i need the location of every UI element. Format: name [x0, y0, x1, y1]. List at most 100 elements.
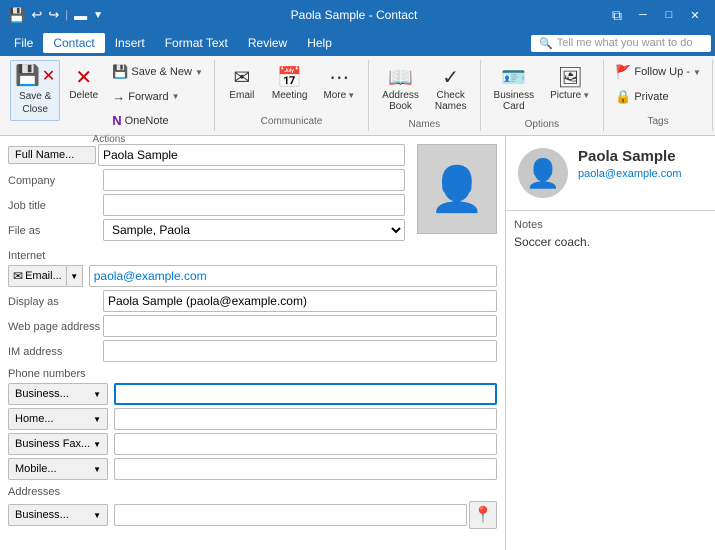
- onenote-icon: N: [112, 113, 121, 128]
- display-as-input[interactable]: [103, 290, 497, 312]
- ribbon-actions-col: 💾 Save & New ▼ → Forward ▼ N OneNote: [107, 60, 208, 132]
- business-fax-input[interactable]: [114, 433, 497, 455]
- ribbon-communicate-buttons: ✉ Email 📅 Meeting ⋯ More ▼: [221, 60, 362, 114]
- title-bar: 💾 ↩ ↪ | ▬ ▼ Paola Sample - Contact ⧉ ─ □…: [0, 0, 715, 30]
- save-close-button[interactable]: 💾 ✕ Save &Close: [10, 60, 60, 121]
- full-name-btn-label: Full Name...: [15, 149, 74, 161]
- contact-card-email[interactable]: paola@example.com: [578, 168, 703, 180]
- save-close-icon: 💾: [15, 63, 40, 88]
- full-name-btn[interactable]: Full Name...: [8, 146, 96, 164]
- email-dropdown-btn[interactable]: ▼: [67, 265, 83, 287]
- undo-icon[interactable]: ↩: [31, 7, 42, 23]
- job-title-label: Job title: [8, 198, 103, 212]
- business-card-icon: 🪪: [501, 65, 526, 90]
- ribbon-tags-buttons: 🚩 Follow Up - ▼ 🔒 Private: [610, 60, 706, 114]
- im-address-input[interactable]: [103, 340, 497, 362]
- picture-label: Picture: [550, 90, 581, 101]
- resize-btn[interactable]: ⧉: [605, 5, 629, 25]
- delete-label: Delete: [69, 90, 98, 101]
- forward-icon: →: [112, 89, 125, 104]
- follow-up-button[interactable]: 🚩 Follow Up - ▼: [610, 60, 706, 84]
- email-type-btn[interactable]: ✉ Email...: [8, 265, 67, 287]
- avatar-icon: 👤: [526, 157, 561, 190]
- address-book-icon: 📖: [388, 65, 413, 90]
- menu-file[interactable]: File: [4, 33, 43, 53]
- save-new-icon: 💾: [112, 64, 128, 80]
- menu-review[interactable]: Review: [238, 33, 297, 53]
- mobile-phone-row: Mobile... ▼: [8, 458, 497, 480]
- right-panel: 👤 Paola Sample paola@example.com Notes S…: [505, 136, 715, 550]
- top-form-row: Full Name... Company Job title: [8, 144, 497, 244]
- web-page-input[interactable]: [103, 315, 497, 337]
- business-fax-btn[interactable]: Business Fax... ▼: [8, 433, 108, 455]
- menu-search[interactable]: 🔍 Tell me what you want to do: [531, 35, 711, 52]
- delete-icon-x: ✕: [42, 66, 55, 86]
- ribbon: 💾 ✕ Save &Close ✕ Delete 💾 Save & New ▼ …: [0, 56, 715, 136]
- save-new-button[interactable]: 💾 Save & New ▼: [107, 60, 208, 84]
- mobile-phone-input[interactable]: [114, 458, 497, 480]
- full-name-row: Full Name...: [8, 144, 405, 166]
- communicate-group-label: Communicate: [221, 116, 362, 127]
- email-button[interactable]: ✉ Email: [221, 60, 263, 106]
- contact-form: Full Name... Company Job title: [0, 136, 505, 550]
- business-phone-btn[interactable]: Business... ▼: [8, 383, 108, 405]
- web-page-row: Web page address: [8, 315, 497, 337]
- contact-card-avatar: 👤: [518, 148, 568, 198]
- minimize-btn[interactable]: ─: [631, 5, 655, 25]
- private-button[interactable]: 🔒 Private: [610, 85, 706, 109]
- toolbar-icon: ▬: [74, 8, 87, 23]
- full-name-input[interactable]: [98, 144, 405, 166]
- address-book-button[interactable]: 📖 AddressBook: [375, 60, 426, 117]
- email-icon-small: ✉: [13, 269, 23, 283]
- business-phone-arrow: ▼: [93, 390, 101, 399]
- ribbon-options-buttons: 🪪 BusinessCard 🖼 Picture ▼: [487, 60, 598, 117]
- save-close-label: Save &Close: [19, 90, 51, 116]
- more-button[interactable]: ⋯ More ▼: [316, 60, 362, 106]
- file-as-select[interactable]: Sample, Paola: [103, 219, 405, 241]
- business-address-input[interactable]: [114, 504, 467, 526]
- menu-help[interactable]: Help: [297, 33, 342, 53]
- business-address-btn[interactable]: Business... ▼: [8, 504, 108, 526]
- window-controls: ⧉ ─ □ ✕: [605, 5, 707, 25]
- addresses-section-label: Addresses: [8, 486, 497, 498]
- business-address-arrow: ▼: [93, 511, 101, 520]
- home-phone-btn[interactable]: Home... ▼: [8, 408, 108, 430]
- contact-card-info: Paola Sample paola@example.com: [578, 148, 703, 180]
- mobile-phone-btn[interactable]: Mobile... ▼: [8, 458, 108, 480]
- delete-button[interactable]: ✕ Delete: [62, 60, 105, 106]
- maximize-btn[interactable]: □: [657, 5, 681, 25]
- follow-up-dropdown: ▼: [693, 68, 701, 77]
- top-form-fields: Full Name... Company Job title: [8, 144, 405, 244]
- menu-format-text[interactable]: Format Text: [155, 33, 238, 53]
- menu-contact[interactable]: Contact: [43, 33, 104, 53]
- business-phone-input[interactable]: [114, 383, 497, 405]
- onenote-button[interactable]: N OneNote: [107, 109, 208, 132]
- forward-button[interactable]: → Forward ▼: [107, 85, 208, 108]
- business-phone-row: Business... ▼: [8, 383, 497, 405]
- check-names-button[interactable]: ✓ CheckNames: [428, 60, 474, 117]
- phone-numbers-label: Phone numbers: [8, 368, 497, 380]
- business-fax-arrow: ▼: [93, 440, 101, 449]
- contact-photo[interactable]: 👤: [417, 144, 497, 234]
- web-page-label: Web page address: [8, 319, 103, 333]
- ribbon-group-actions: 💾 ✕ Save &Close ✕ Delete 💾 Save & New ▼ …: [4, 60, 215, 131]
- business-card-button[interactable]: 🪪 BusinessCard: [487, 60, 542, 117]
- notes-section: Notes Soccer coach.: [506, 211, 715, 550]
- home-phone-label: Home...: [15, 413, 54, 425]
- im-address-row: IM address: [8, 340, 497, 362]
- mobile-phone-label: Mobile...: [15, 463, 57, 475]
- tags-col: 🚩 Follow Up - ▼ 🔒 Private: [610, 60, 706, 109]
- job-title-input[interactable]: [103, 194, 405, 216]
- notes-text: Soccer coach.: [514, 235, 707, 249]
- close-icon: ✕: [690, 9, 699, 22]
- picture-button[interactable]: 🖼 Picture ▼: [543, 60, 597, 106]
- company-input[interactable]: [103, 169, 405, 191]
- meeting-button[interactable]: 📅 Meeting: [265, 60, 315, 106]
- home-phone-input[interactable]: [114, 408, 497, 430]
- map-icon[interactable]: 📍: [469, 501, 497, 529]
- private-label: Private: [634, 91, 668, 103]
- close-btn[interactable]: ✕: [683, 5, 707, 25]
- menu-insert[interactable]: Insert: [105, 33, 155, 53]
- redo-icon[interactable]: ↪: [48, 7, 59, 23]
- email-input[interactable]: [89, 265, 497, 287]
